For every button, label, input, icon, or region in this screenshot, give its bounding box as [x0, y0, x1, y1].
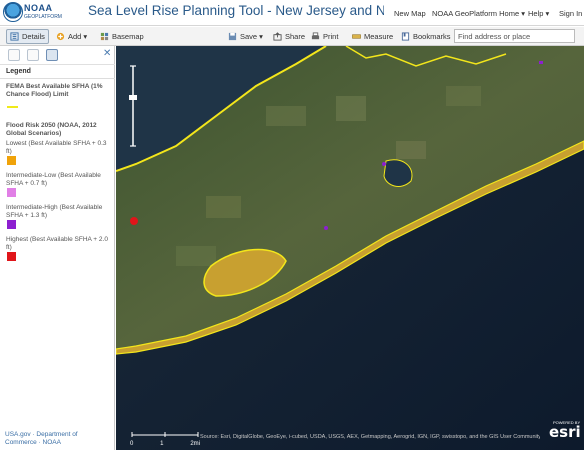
new-map-link[interactable]: New Map — [394, 9, 426, 18]
legend-heading: Legend — [6, 68, 31, 75]
add-label: Add ▾ — [68, 32, 88, 41]
search-input[interactable]: Find address or place — [454, 29, 575, 43]
legend-item-lowest-label: Lowest (Best Available SFHA + 0.3 ft) — [6, 140, 107, 155]
fema-title: FEMA Best Available SFHA (1% Chance Floo… — [6, 83, 103, 98]
scale-label-0: 0 — [130, 441, 134, 447]
legend-item-highest-swatch — [7, 252, 16, 261]
esri-logo[interactable]: esri — [549, 423, 581, 441]
bookmarks-button[interactable]: Bookmarks — [398, 29, 454, 44]
measure-button[interactable]: Measure — [349, 29, 396, 44]
geoplatform-home-link[interactable]: NOAA GeoPlatform Home ▾ — [432, 9, 525, 18]
map-view[interactable]: 0 1 2mi Source: Esri, DigitalGlobe, GeoE… — [116, 46, 584, 450]
ruler-icon — [352, 34, 361, 39]
fema-line-swatch — [7, 106, 18, 108]
tab-legend-icon[interactable] — [46, 49, 58, 61]
add-icon — [56, 32, 65, 41]
basemap-button[interactable]: Basemap — [97, 29, 147, 44]
legend-item-int-high-swatch — [7, 220, 16, 229]
print-button[interactable]: Print — [308, 29, 341, 44]
help-link[interactable]: Help ▾ — [528, 9, 549, 18]
legend-item-lowest-swatch — [7, 156, 16, 165]
tab-about-icon[interactable] — [8, 49, 20, 61]
zoom-slider[interactable] — [126, 60, 140, 150]
basemap-label: Basemap — [112, 32, 144, 41]
details-icon — [10, 32, 19, 41]
close-icon[interactable]: ✕ — [103, 48, 111, 59]
scale-bar: 0 1 2mi — [130, 431, 200, 447]
bookmarks-label: Bookmarks — [413, 32, 451, 41]
header-bar: NOAA GEOPLATFORM Sea Level Rise Planning… — [0, 0, 584, 26]
print-label: Print — [323, 32, 339, 41]
share-label: Share — [285, 32, 306, 41]
share-button[interactable]: Share — [270, 29, 308, 44]
legend-item-int-low-label: Intermediate-Low (Best Available SFHA + … — [6, 172, 101, 187]
legend-item-int-high-label: Intermediate-High (Best Available SFHA +… — [6, 204, 103, 219]
share-icon — [273, 32, 282, 41]
app-window: NOAA GEOPLATFORM Sea Level Rise Planning… — [0, 0, 584, 450]
legend-item-int-low-swatch — [7, 188, 16, 197]
bookmark-icon — [401, 32, 410, 41]
save-label: Save ▾ — [240, 32, 263, 41]
toolbar: Details Add ▾ Basemap Save ▾ Share Print… — [0, 27, 584, 46]
legend-divider — [0, 78, 115, 79]
save-button[interactable]: Save ▾ — [225, 29, 266, 44]
app-title: Sea Level Rise Planning Tool - New Jerse… — [88, 3, 384, 18]
sidebar: ✕ Legend FEMA Best Available SFHA (1% Ch… — [0, 46, 115, 450]
logo-sub: GEOPLATFORM — [24, 14, 62, 20]
basemap-icon — [100, 32, 109, 41]
flood-risk-title: Flood Risk 2050 (NOAA, 2012 Global Scena… — [6, 122, 97, 137]
map-attribution: Source: Esri, DigitalGlobe, GeoEye, i-cu… — [200, 434, 540, 440]
measure-label: Measure — [364, 32, 394, 41]
noaa-logo-icon[interactable] — [3, 2, 23, 22]
tab-content-icon[interactable] — [27, 49, 39, 61]
sidebar-tabs: ✕ — [0, 46, 115, 65]
print-icon — [311, 32, 320, 40]
details-label: Details — [22, 32, 45, 41]
satellite-map[interactable] — [116, 46, 584, 450]
footer-links[interactable]: USA.gov · Department of Commerce · NOAA — [5, 431, 109, 447]
legend-item-highest-label: Highest (Best Available SFHA + 2.0 ft) — [6, 236, 108, 251]
add-button[interactable]: Add ▾ — [53, 29, 90, 44]
save-icon — [228, 32, 237, 41]
logo-name: NOAA — [24, 3, 53, 13]
details-button[interactable]: Details — [6, 29, 49, 44]
scale-label-2: 2mi — [190, 441, 200, 447]
sign-in-link[interactable]: Sign In — [559, 9, 582, 18]
scale-label-1: 1 — [160, 441, 164, 447]
